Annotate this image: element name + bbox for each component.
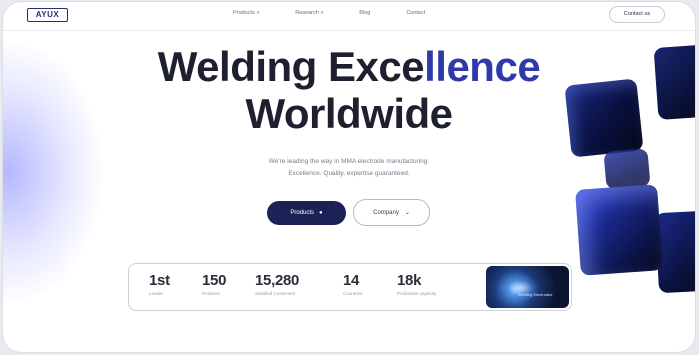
stat-label: Production capacity — [397, 291, 437, 296]
stat-label: Countries — [343, 291, 363, 296]
company-button[interactable]: Company ⌄ — [353, 199, 430, 226]
stat-label: Products — [202, 291, 220, 296]
nav-link-research[interactable]: Research ▾ — [295, 10, 323, 16]
contact-us-button[interactable]: Contact us — [609, 6, 665, 23]
stat-value: 150 — [202, 272, 227, 289]
chevron-down-icon: ▾ — [256, 10, 260, 16]
products-button[interactable]: Products ● — [267, 201, 346, 225]
hero-subtitle-line1: We're leading the way in MMA electrode m… — [268, 158, 430, 165]
stat-value: 1st — [149, 272, 170, 289]
decorative-cube — [564, 78, 644, 158]
nav-link-products[interactable]: Products ▾ — [233, 10, 259, 16]
top-navigation: AYUX Products ▾ Research ▾ Blog Contact Co… — [3, 2, 695, 31]
stat-item: 14 Countries — [343, 272, 362, 296]
hero-title-text: Welding Exce — [157, 43, 425, 90]
nav-link-blog[interactable]: Blog — [359, 10, 370, 16]
nav-links: Products ▾ Research ▾ Blog Contact — [233, 10, 461, 16]
nav-link-contact[interactable]: Contact — [406, 10, 425, 16]
decorative-cube — [603, 148, 651, 190]
decorative-cube — [575, 184, 663, 276]
nav-link-label: Blog — [359, 10, 371, 16]
nav-link-label: Products — [233, 10, 255, 16]
hero-subtitle-line2: Excellence. Quality, expertise guarantee… — [288, 170, 410, 177]
stat-item: 15,280 Satisfied Customers — [255, 272, 299, 296]
stat-value: 18k — [397, 272, 422, 289]
stat-item: 18k Production capacity — [397, 272, 436, 296]
stat-value: 15,280 — [255, 272, 300, 289]
stat-value: 14 — [343, 272, 360, 289]
page-frame: AYUX Products ▾ Research ▾ Blog Contact Co… — [3, 2, 695, 352]
stat-label: Satisfied Customers — [255, 291, 296, 296]
hero-title-accent: llence — [424, 43, 541, 90]
decorative-cube — [653, 43, 695, 121]
stat-item: 150 Products — [202, 272, 226, 296]
nav-link-label: Research — [295, 10, 319, 16]
stat-item: 1st Leader — [149, 272, 170, 296]
products-button-label: Products — [290, 210, 315, 216]
thumbnail-caption: Welding Electrodes — [518, 292, 553, 297]
logo[interactable]: AYUX — [27, 8, 68, 22]
welding-thumbnail[interactable]: Welding Electrodes — [486, 266, 569, 308]
chevron-down-icon: ▾ — [320, 10, 324, 16]
arrow-icon: ● — [319, 210, 323, 216]
stat-label: Leader — [149, 291, 164, 296]
stats-bar: 1st Leader 150 Products 15,280 Satisfied Cu… — [128, 263, 572, 311]
company-button-label: Company — [373, 209, 399, 216]
chevron-down-icon: ⌄ — [404, 210, 410, 216]
nav-link-label: Contact — [406, 10, 426, 16]
